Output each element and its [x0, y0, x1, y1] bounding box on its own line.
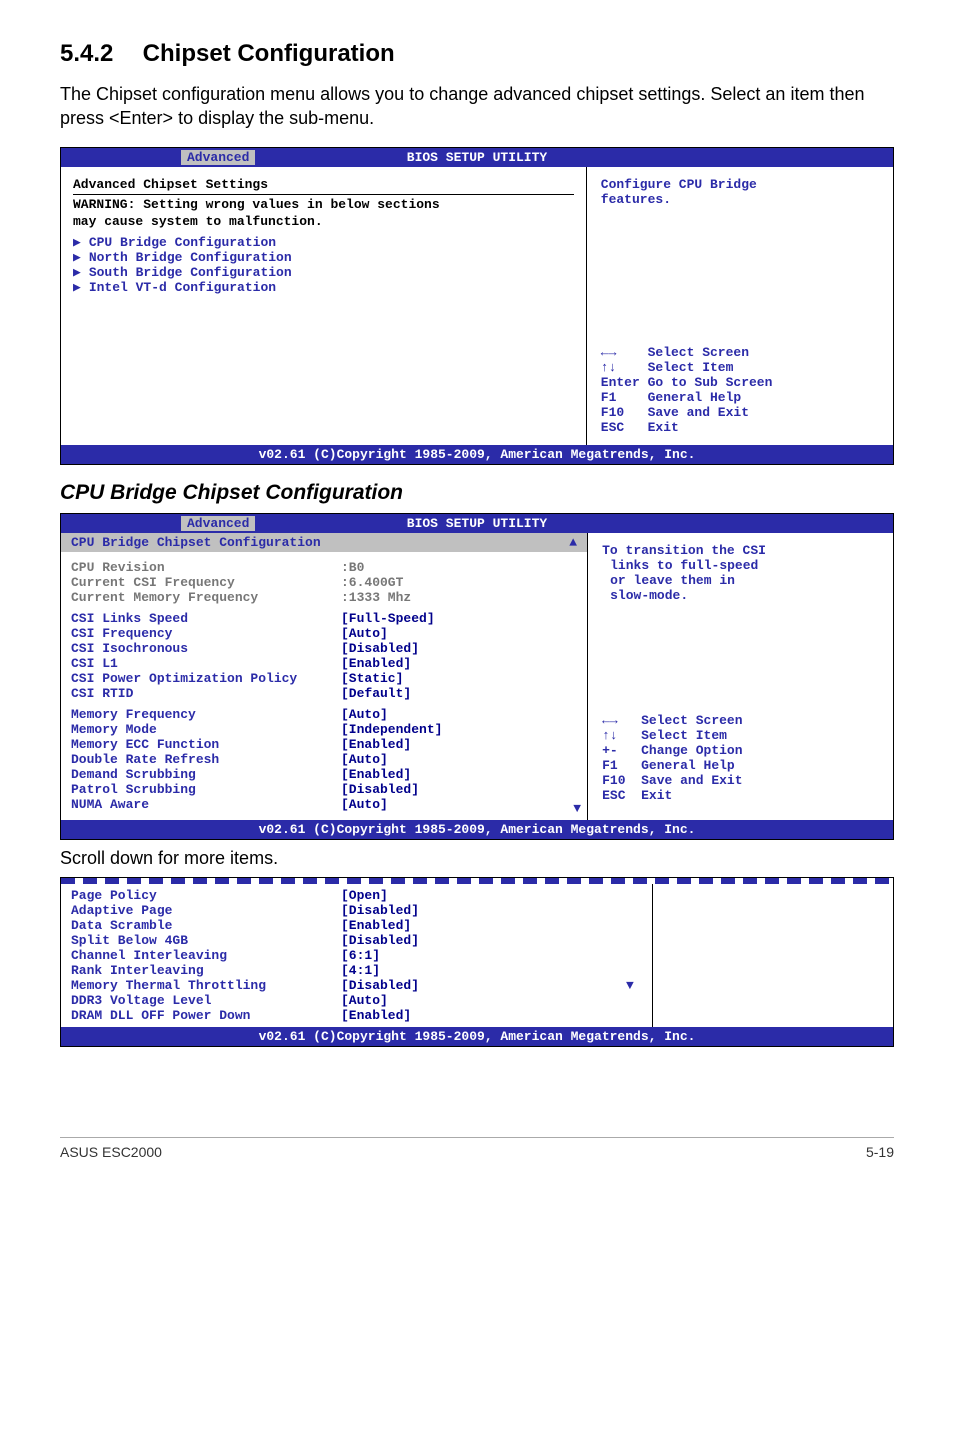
option-row[interactable]: Rank Interleaving[4:1]	[61, 963, 652, 978]
triangle-right-icon: ▶	[73, 250, 81, 265]
option-row[interactable]: Adaptive Page[Disabled]	[61, 903, 652, 918]
bios-header: BIOS SETUP UTILITY Advanced	[61, 514, 893, 533]
option-row[interactable]: Memory ECC Function[Enabled]	[71, 737, 577, 752]
triangle-right-icon: ▶	[73, 280, 81, 295]
footer-right: 5-19	[866, 1144, 894, 1160]
bios-title: BIOS SETUP UTILITY	[407, 516, 547, 531]
help-line: To transition the CSI	[602, 543, 879, 558]
bios-left-panel: CPU Bridge Chipset Configuration ▲ CPU R…	[61, 533, 588, 820]
option-row[interactable]: Memory Thermal Throttling[Disabled]▼	[61, 978, 652, 993]
bios-screen-3: Page Policy[Open] Adaptive Page[Disabled…	[60, 877, 894, 1047]
tab-advanced[interactable]: Advanced	[181, 516, 255, 531]
option-row[interactable]: Data Scramble[Enabled]	[61, 918, 652, 933]
menu-item-intel-vtd[interactable]: ▶Intel VT-d Configuration	[73, 280, 574, 295]
bios-screen-1: BIOS SETUP UTILITY Advanced Advanced Chi…	[60, 147, 894, 465]
bios-help-panel: To transition the CSI links to full-spee…	[588, 533, 893, 820]
scroll-down-icon[interactable]: ▼	[573, 801, 581, 816]
option-row[interactable]: Page Policy[Open]	[61, 888, 652, 903]
footer-left: ASUS ESC2000	[60, 1144, 162, 1160]
nav-keys: ←→ Select Screen ↑↓ Select Item +- Chang…	[602, 713, 879, 803]
section-heading: 5.4.2 Chipset Configuration	[60, 40, 894, 68]
bios-screen-2: BIOS SETUP UTILITY Advanced CPU Bridge C…	[60, 513, 894, 840]
info-row: Current CSI Frequency:6.400GT	[71, 575, 577, 590]
scroll-down-icon[interactable]: ▼	[626, 978, 642, 993]
option-row[interactable]: CSI L1[Enabled]	[71, 656, 577, 671]
help-line: slow-mode.	[602, 588, 879, 603]
help-text-1: Configure CPU Bridge	[601, 177, 879, 192]
option-row[interactable]: Channel Interleaving[6:1]	[61, 948, 652, 963]
panel-heading: Advanced Chipset Settings	[73, 177, 574, 192]
nav-keys: ←→ Select Screen ↑↓ Select Item Enter Go…	[601, 345, 773, 435]
option-row[interactable]: Double Rate Refresh[Auto]	[71, 752, 577, 767]
help-text-2: features.	[601, 192, 879, 207]
menu-item-cpu-bridge[interactable]: ▶CPU Bridge Configuration	[73, 235, 574, 250]
option-row[interactable]: Memory Frequency[Auto]	[71, 707, 577, 722]
triangle-right-icon: ▶	[73, 235, 81, 250]
bios-help-panel: Configure CPU Bridge features. ←→ Select…	[587, 167, 893, 445]
menu-item-south-bridge[interactable]: ▶South Bridge Configuration	[73, 265, 574, 280]
tab-advanced[interactable]: Advanced	[181, 150, 255, 165]
bios-title: BIOS SETUP UTILITY	[407, 150, 547, 165]
info-row: CPU Revision:B0	[71, 560, 577, 575]
option-row[interactable]: CSI Links Speed[Full-Speed]	[71, 611, 577, 626]
help-line: or leave them in	[602, 573, 879, 588]
option-row[interactable]: DRAM DLL OFF Power Down[Enabled]	[61, 1008, 652, 1023]
option-row[interactable]: Demand Scrubbing[Enabled]	[71, 767, 577, 782]
option-row[interactable]: DDR3 Voltage Level[Auto]	[61, 993, 652, 1008]
option-row[interactable]: NUMA Aware[Auto]	[71, 797, 577, 812]
intro-paragraph: The Chipset configuration menu allows yo…	[60, 82, 894, 131]
option-row[interactable]: Memory Mode[Independent]	[71, 722, 577, 737]
bios-header: BIOS SETUP UTILITY Advanced	[61, 148, 893, 167]
bios-left-panel: Advanced Chipset Settings WARNING: Setti…	[61, 167, 587, 445]
panel-heading: CPU Bridge Chipset Configuration	[71, 535, 321, 550]
section-title-text: Chipset Configuration	[143, 40, 395, 67]
section-number: 5.4.2	[60, 40, 136, 68]
bios-footer: v02.61 (C)Copyright 1985-2009, American …	[61, 820, 893, 839]
warning-line-1: WARNING: Setting wrong values in below s…	[73, 194, 574, 212]
info-row: Current Memory Frequency:1333 Mhz	[71, 590, 577, 605]
option-row[interactable]: Patrol Scrubbing[Disabled]	[71, 782, 577, 797]
page-footer: ASUS ESC2000 5-19	[60, 1137, 894, 1160]
scroll-up-icon[interactable]: ▲	[569, 535, 577, 550]
option-row[interactable]: CSI Isochronous[Disabled]	[71, 641, 577, 656]
menu-item-north-bridge[interactable]: ▶North Bridge Configuration	[73, 250, 574, 265]
option-row[interactable]: Split Below 4GB[Disabled]	[61, 933, 652, 948]
bios-footer: v02.61 (C)Copyright 1985-2009, American …	[61, 1027, 893, 1046]
option-row[interactable]: CSI RTID[Default]	[71, 686, 577, 701]
subsection-heading: CPU Bridge Chipset Configuration	[60, 481, 894, 505]
scroll-note: Scroll down for more items.	[60, 848, 894, 869]
help-line: links to full-speed	[602, 558, 879, 573]
option-row[interactable]: CSI Power Optimization Policy[Static]	[71, 671, 577, 686]
option-row[interactable]: CSI Frequency[Auto]	[71, 626, 577, 641]
triangle-right-icon: ▶	[73, 265, 81, 280]
warning-line-2: may cause system to malfunction.	[73, 214, 574, 229]
bios-footer: v02.61 (C)Copyright 1985-2009, American …	[61, 445, 893, 464]
